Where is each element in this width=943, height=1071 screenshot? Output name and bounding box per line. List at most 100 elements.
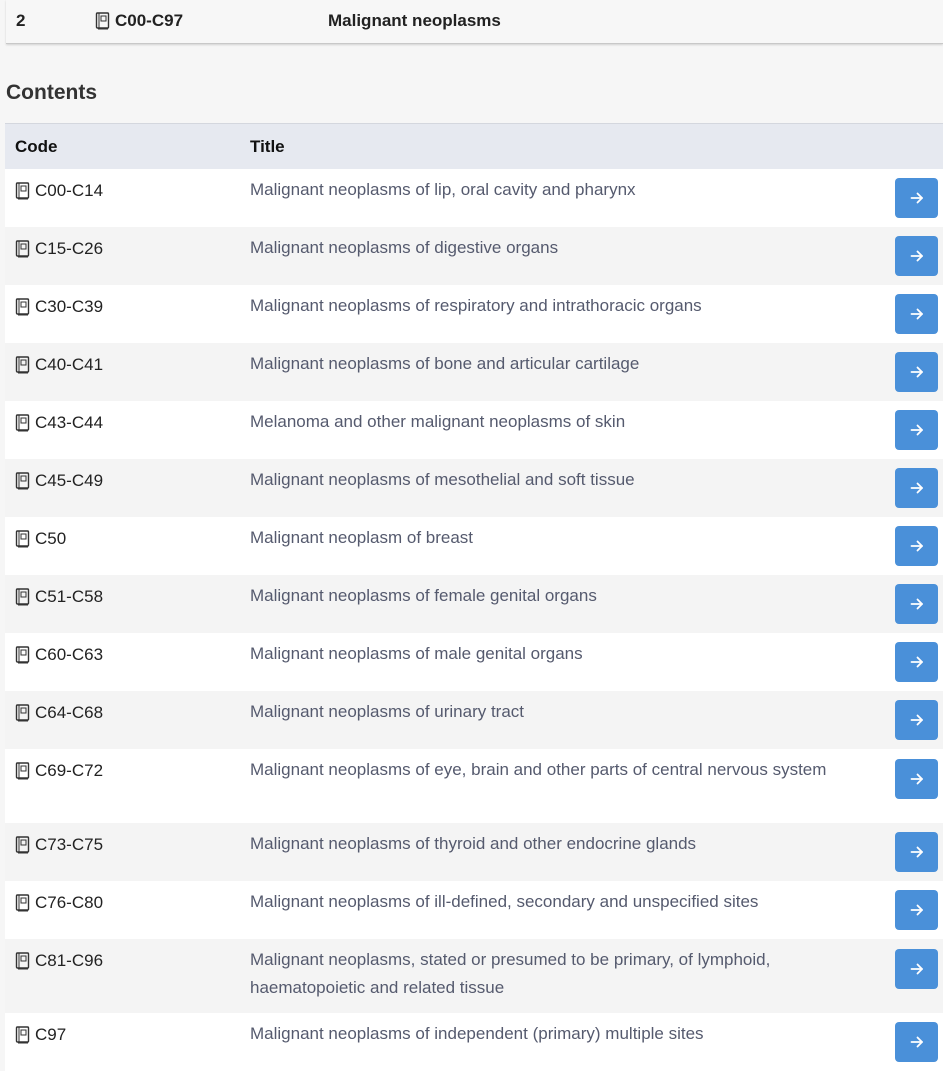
row-code-text: C64-C68 <box>35 703 104 722</box>
table-row[interactable]: C45-C49 Malignant neoplasms of mesothelia… <box>5 459 943 517</box>
table-row[interactable]: C51-C58 Malignant neoplasms of female gen… <box>5 575 943 633</box>
row-title: Malignant neoplasms, stated or presumed … <box>250 950 771 997</box>
row-code[interactable]: C30-C39 <box>15 297 103 317</box>
table-row[interactable]: C76-C80 Malignant neoplasms of ill-define… <box>5 881 943 939</box>
chapter-code-text: C00-C97 <box>115 11 184 30</box>
open-row-button[interactable] <box>895 468 938 508</box>
arrow-right-icon <box>910 963 923 975</box>
row-code-text: C40-C41 <box>35 355 104 374</box>
row-title: Malignant neoplasms of respiratory and i… <box>250 296 702 315</box>
row-code-text: C69-C72 <box>35 761 104 780</box>
chapter-header: 2 C00-C97 Malignant neoplasms <box>6 0 943 44</box>
open-row-button[interactable] <box>895 1022 938 1062</box>
contents-table: Code Title C00-C14 Malignant neoplasms of… <box>5 123 943 1071</box>
open-row-button[interactable] <box>895 352 938 392</box>
arrow-right-icon <box>910 308 923 320</box>
book-icon <box>15 952 30 970</box>
row-code-text: C43-C44 <box>35 413 104 432</box>
open-row-button[interactable] <box>895 410 938 450</box>
row-code[interactable]: C45-C49 <box>15 471 103 491</box>
chapter-code[interactable]: C00-C97 <box>95 11 183 31</box>
arrow-right-icon <box>910 540 923 552</box>
table-header: Code Title <box>5 123 943 169</box>
arrow-right-icon <box>910 482 923 494</box>
row-title: Malignant neoplasms of male genital orga… <box>250 644 583 663</box>
table-row[interactable]: C60-C63 Malignant neoplasms of male genit… <box>5 633 943 691</box>
row-code[interactable]: C15-C26 <box>15 239 103 259</box>
arrow-right-icon <box>910 1036 923 1048</box>
open-row-button[interactable] <box>895 949 938 989</box>
table-row[interactable]: C40-C41 Malignant neoplasms of bone and a… <box>5 343 943 401</box>
open-row-button[interactable] <box>895 236 938 276</box>
open-row-button[interactable] <box>895 890 938 930</box>
row-code[interactable]: C69-C72 <box>15 761 103 781</box>
row-title: Malignant neoplasms of digestive organs <box>250 238 559 257</box>
book-icon <box>15 704 30 722</box>
row-code-text: C15-C26 <box>35 239 104 258</box>
row-code[interactable]: C76-C80 <box>15 893 103 913</box>
book-icon <box>95 12 110 30</box>
contents-heading: Contents <box>6 81 97 104</box>
open-row-button[interactable] <box>895 294 938 334</box>
open-row-button[interactable] <box>895 832 938 872</box>
book-icon <box>15 762 30 780</box>
arrow-right-icon <box>910 250 923 262</box>
arrow-right-icon <box>910 598 923 610</box>
row-title: Melanoma and other malignant neoplasms o… <box>250 412 626 431</box>
row-code-text: C30-C39 <box>35 297 104 316</box>
table-row[interactable]: C43-C44 Melanoma and other malignant neop… <box>5 401 943 459</box>
book-icon <box>15 182 30 200</box>
row-code[interactable]: C97 <box>15 1025 66 1045</box>
row-title: Malignant neoplasms of female genital or… <box>250 586 597 605</box>
book-icon <box>15 894 30 912</box>
open-row-button[interactable] <box>895 178 938 218</box>
arrow-right-icon <box>910 192 923 204</box>
arrow-right-icon <box>910 904 923 916</box>
arrow-right-icon <box>910 773 923 785</box>
table-row[interactable]: C15-C26 Malignant neoplasms of digestive … <box>5 227 943 285</box>
row-code-text: C81-C96 <box>35 951 104 970</box>
row-code[interactable]: C50 <box>15 529 66 549</box>
row-code[interactable]: C60-C63 <box>15 645 103 665</box>
book-icon <box>15 414 30 432</box>
open-row-button[interactable] <box>895 759 938 799</box>
table-row[interactable]: C97 Malignant neoplasms of independent (p… <box>5 1013 943 1071</box>
row-code-text: C45-C49 <box>35 471 104 490</box>
table-row[interactable]: C73-C75 Malignant neoplasms of thyroid an… <box>5 823 943 881</box>
column-header-title: Title <box>250 137 285 156</box>
table-row[interactable]: C69-C72 Malignant neoplasms of eye, brain… <box>5 749 943 823</box>
table-row[interactable]: C81-C96 Malignant neoplasms, stated or pr… <box>5 939 943 1013</box>
table-row[interactable]: C50 Malignant neoplasm of breast <box>5 517 943 575</box>
row-code-text: C97 <box>35 1025 67 1044</box>
row-code-text: C73-C75 <box>35 835 104 854</box>
row-code-text: C76-C80 <box>35 893 104 912</box>
row-title: Malignant neoplasms of independent (prim… <box>250 1024 704 1043</box>
open-row-button[interactable] <box>895 642 938 682</box>
arrow-right-icon <box>910 424 923 436</box>
row-code[interactable]: C81-C96 <box>15 951 103 971</box>
table-row[interactable]: C30-C39 Malignant neoplasms of respirator… <box>5 285 943 343</box>
table-body: C00-C14 Malignant neoplasms of lip, oral … <box>5 169 943 1071</box>
row-title: Malignant neoplasms of bone and articula… <box>250 354 640 373</box>
chapter-level: 2 <box>16 11 26 30</box>
row-code-text: C50 <box>35 529 67 548</box>
book-icon <box>15 836 30 854</box>
row-code[interactable]: C40-C41 <box>15 355 103 375</box>
open-row-button[interactable] <box>895 526 938 566</box>
row-title: Malignant neoplasms of eye, brain and ot… <box>250 760 827 779</box>
row-code[interactable]: C43-C44 <box>15 413 103 433</box>
row-code[interactable]: C00-C14 <box>15 181 103 201</box>
row-code[interactable]: C51-C58 <box>15 587 103 607</box>
row-title: Malignant neoplasm of breast <box>250 528 474 547</box>
open-row-button[interactable] <box>895 700 938 740</box>
table-row[interactable]: C64-C68 Malignant neoplasms of urinary tr… <box>5 691 943 749</box>
book-icon <box>15 646 30 664</box>
row-title: Malignant neoplasms of ill-defined, seco… <box>250 892 759 911</box>
open-row-button[interactable] <box>895 584 938 624</box>
book-icon <box>15 588 30 606</box>
arrow-right-icon <box>910 846 923 858</box>
row-code[interactable]: C73-C75 <box>15 835 103 855</box>
table-row[interactable]: C00-C14 Malignant neoplasms of lip, oral … <box>5 169 943 227</box>
row-code[interactable]: C64-C68 <box>15 703 103 723</box>
row-code-text: C51-C58 <box>35 587 104 606</box>
